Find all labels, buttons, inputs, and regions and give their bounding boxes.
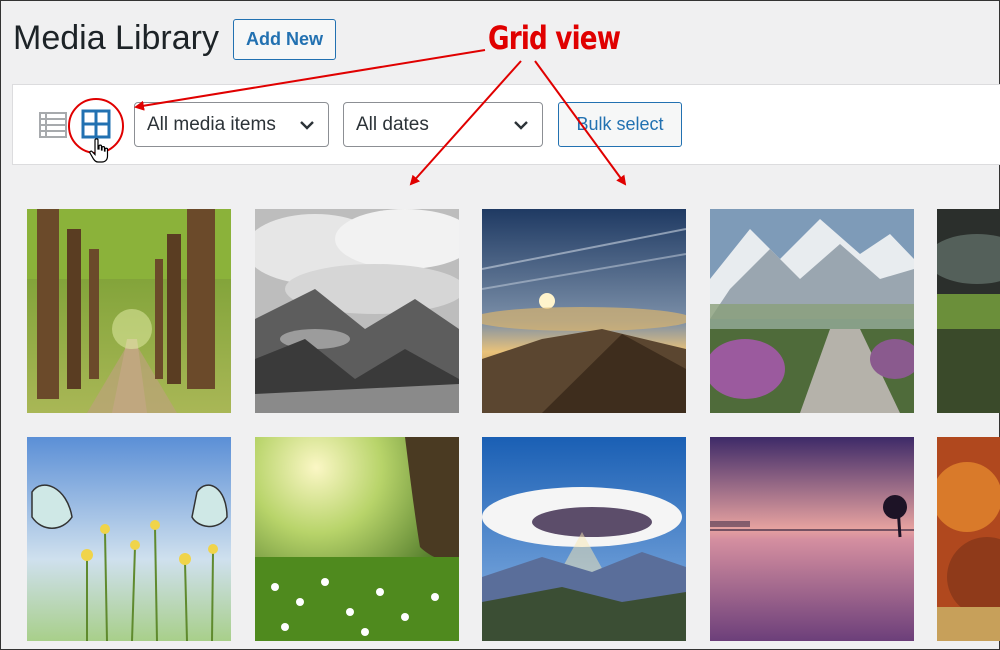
media-thumbnail[interactable] (937, 437, 1000, 641)
bulk-select-button[interactable]: Bulk select (558, 102, 682, 147)
media-thumbnail[interactable] (937, 209, 1000, 413)
list-view-icon[interactable] (39, 111, 67, 139)
media-thumbnail[interactable] (482, 209, 686, 413)
media-toolbar: All media items All dates Bulk select (12, 84, 1000, 165)
media-thumbnail[interactable] (710, 209, 914, 413)
media-thumbnail[interactable] (710, 437, 914, 641)
hand-cursor-icon (88, 138, 110, 164)
page-title: Media Library (13, 19, 219, 57)
add-new-button[interactable]: Add New (233, 19, 337, 60)
chevron-down-icon (300, 121, 314, 130)
date-filter-value: All dates (356, 113, 429, 135)
media-type-filter-value: All media items (147, 113, 276, 135)
media-thumbnail[interactable] (482, 437, 686, 641)
annotation-label: Grid view (488, 19, 621, 57)
date-filter[interactable]: All dates (343, 102, 543, 147)
media-thumbnail[interactable] (255, 209, 459, 413)
chevron-down-icon (514, 121, 528, 130)
media-thumbnail[interactable] (27, 437, 231, 641)
media-type-filter[interactable]: All media items (134, 102, 329, 147)
media-thumbnail[interactable] (255, 437, 459, 641)
page-title-wrap: Media Library (13, 19, 219, 58)
media-thumbnail[interactable] (27, 209, 231, 413)
